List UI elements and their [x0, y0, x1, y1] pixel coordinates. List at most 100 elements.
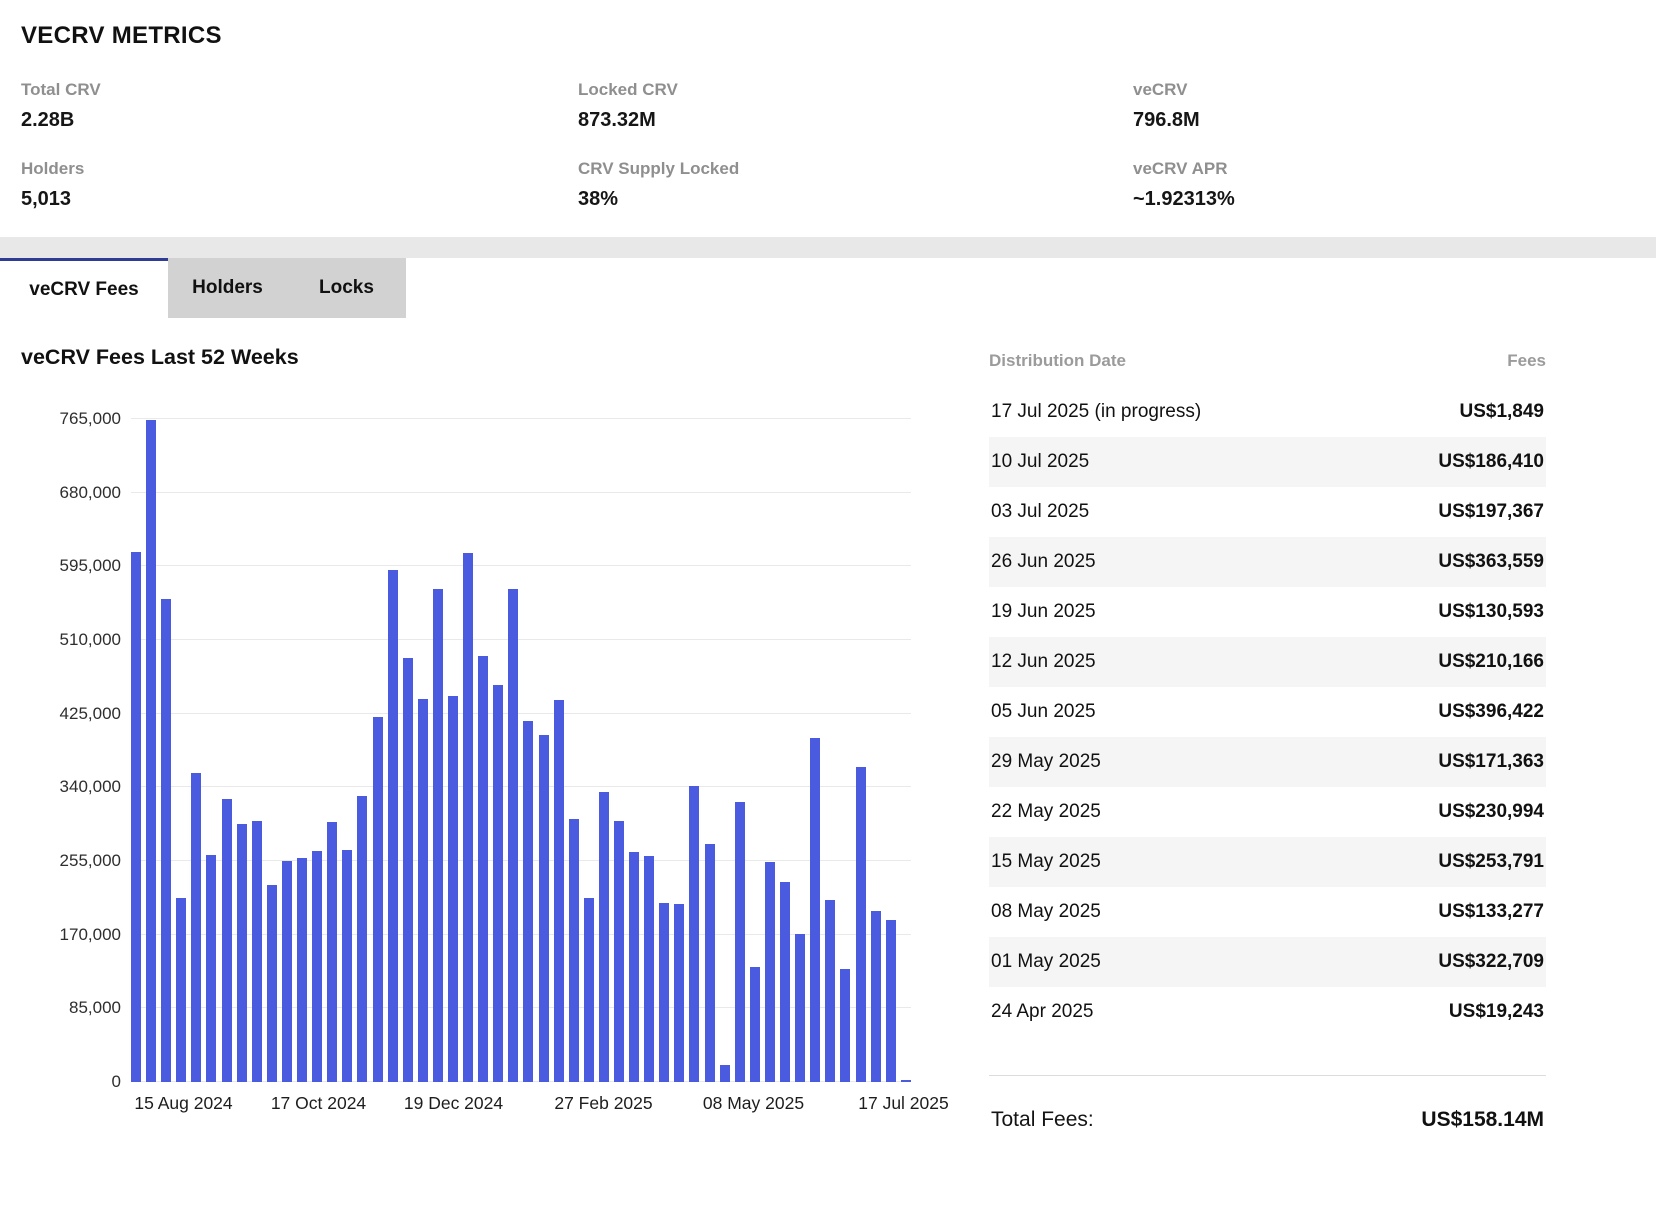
fees-cell: US$322,709: [1438, 951, 1544, 973]
fees-cell: US$1,849: [1459, 401, 1544, 423]
fee-bar: [584, 898, 594, 1082]
fee-bar: [448, 696, 458, 1082]
table-row: 17 Jul 2025 (in progress) US$1,849: [989, 387, 1546, 437]
fee-bar: [176, 898, 186, 1082]
fees-cell: US$396,422: [1438, 701, 1544, 723]
fee-bar: [433, 589, 443, 1082]
fee-bar: [388, 570, 398, 1082]
metric-value: 38%: [578, 188, 1133, 211]
chart-title: veCRV Fees Last 52 Weeks: [21, 345, 911, 370]
distribution-date-cell: 24 Apr 2025: [991, 1001, 1093, 1023]
x-axis-tick-label: 08 May 2025: [703, 1093, 804, 1114]
fees-header: Fees: [1507, 351, 1546, 371]
fee-bar: [629, 852, 639, 1082]
fee-bar: [146, 420, 156, 1082]
y-axis-tick-label: 170,000: [60, 925, 121, 945]
total-fees-label: Total Fees:: [991, 1108, 1094, 1132]
y-axis-tick-label: 765,000: [60, 409, 121, 429]
x-axis-tick-label: 17 Oct 2024: [271, 1093, 366, 1114]
fee-bar: [720, 1065, 730, 1082]
metric-locked-crv: Locked CRV 873.32M: [578, 80, 1133, 132]
bars-container: [131, 419, 911, 1082]
metric-holders: Holders 5,013: [21, 159, 578, 211]
x-axis-tick-label: 19 Dec 2024: [404, 1093, 503, 1114]
table-row: 01 May 2025US$322,709: [989, 937, 1546, 987]
fee-bar: [765, 862, 775, 1082]
y-axis-tick-label: 0: [112, 1072, 121, 1092]
table-row: 26 Jun 2025US$363,559: [989, 537, 1546, 587]
fee-bar: [569, 819, 579, 1082]
x-axis-tick-label: 15 Aug 2024: [134, 1093, 232, 1114]
table-body: 17 Jul 2025 (in progress)US$1,84910 Jul …: [989, 387, 1546, 1037]
table-row: 05 Jun 2025 US$396,422: [989, 687, 1546, 737]
metric-value: 873.32M: [578, 109, 1133, 132]
fee-bar: [780, 882, 790, 1082]
distribution-date-cell: 22 May 2025: [991, 801, 1101, 823]
tab-vecrv-fees[interactable]: veCRV Fees: [0, 258, 168, 318]
fees-cell: US$130,593: [1438, 601, 1544, 623]
distribution-date-cell: 15 May 2025: [991, 851, 1101, 873]
fee-bar: [312, 851, 322, 1082]
x-axis: 15 Aug 202417 Oct 202419 Dec 202427 Feb …: [131, 1082, 911, 1122]
tab-locks[interactable]: Locks: [287, 258, 406, 318]
metric-label: veCRV APR: [1133, 159, 1635, 179]
fee-bar: [705, 844, 715, 1082]
distribution-date-cell: 17 Jul 2025 (in progress): [991, 401, 1201, 423]
y-axis-tick-label: 680,000: [60, 483, 121, 503]
metric-total-crv: Total CRV 2.28B: [21, 80, 578, 132]
fee-bar: [373, 717, 383, 1082]
distribution-date-cell: 19 Jun 2025: [991, 601, 1096, 623]
table-row: 15 May 2025US$253,791: [989, 837, 1546, 887]
fee-bar: [463, 553, 473, 1082]
fee-bar: [554, 700, 564, 1082]
y-axis-tick-label: 425,000: [60, 704, 121, 724]
table-row: 29 May 2025US$171,363: [989, 737, 1546, 787]
fee-bar: [206, 855, 216, 1082]
fee-bar: [735, 802, 745, 1082]
table-row: 24 Apr 2025 US$19,243: [989, 987, 1546, 1037]
distribution-date-cell: 26 Jun 2025: [991, 551, 1096, 573]
table-row: 19 Jun 2025 US$130,593: [989, 587, 1546, 637]
distribution-date-cell: 08 May 2025: [991, 901, 1101, 923]
fee-bar: [810, 738, 820, 1082]
fee-bar: [191, 773, 201, 1082]
fee-bar: [267, 885, 277, 1082]
fee-bar: [674, 904, 684, 1082]
y-axis: 085,000170,000255,000340,000425,000510,0…: [21, 419, 131, 1082]
fee-bar: [599, 792, 609, 1082]
distribution-date-cell: 05 Jun 2025: [991, 701, 1096, 723]
vecrv-dashboard: VECRV METRICS Total CRV 2.28B Locked CRV…: [0, 0, 1656, 1228]
fee-bar: [523, 721, 533, 1082]
y-axis-tick-label: 595,000: [60, 556, 121, 576]
metric-label: Total CRV: [21, 80, 578, 100]
fee-bar: [689, 786, 699, 1082]
tab-holders[interactable]: Holders: [168, 258, 287, 318]
table-header-row: Distribution Date Fees: [989, 345, 1546, 387]
fee-bar: [659, 903, 669, 1082]
distribution-date-cell: 03 Jul 2025: [991, 501, 1089, 523]
y-axis-tick-label: 255,000: [60, 851, 121, 871]
y-axis-tick-label: 510,000: [60, 630, 121, 650]
fee-bar: [327, 822, 337, 1082]
fee-bar: [508, 589, 518, 1082]
fees-chart-panel: veCRV Fees Last 52 Weeks 085,000170,0002…: [21, 345, 911, 1132]
metric-label: Holders: [21, 159, 578, 179]
metric-value: 796.8M: [1133, 109, 1635, 132]
fee-bar: [493, 685, 503, 1082]
distribution-date-header: Distribution Date: [989, 351, 1126, 371]
table-row: 08 May 2025 US$133,277: [989, 887, 1546, 937]
fee-bar: [825, 900, 835, 1082]
fees-cell: US$19,243: [1449, 1001, 1544, 1023]
fee-bar: [237, 824, 247, 1082]
metrics-grid: Total CRV 2.28B Locked CRV 873.32M veCRV…: [21, 80, 1635, 211]
fee-bar: [750, 967, 760, 1083]
fee-bar: [357, 796, 367, 1082]
fees-table-panel: Distribution Date Fees 17 Jul 2025 (in p…: [989, 345, 1546, 1132]
vecrv-metrics-section: VECRV METRICS Total CRV 2.28B Locked CRV…: [0, 0, 1656, 237]
distribution-date-cell: 29 May 2025: [991, 751, 1101, 773]
fee-bar: [840, 969, 850, 1082]
total-fees-row: Total Fees: US$158.14M: [989, 1075, 1546, 1132]
fees-cell: US$133,277: [1438, 901, 1544, 923]
fee-bar: [403, 658, 413, 1082]
fee-bar: [222, 799, 232, 1082]
